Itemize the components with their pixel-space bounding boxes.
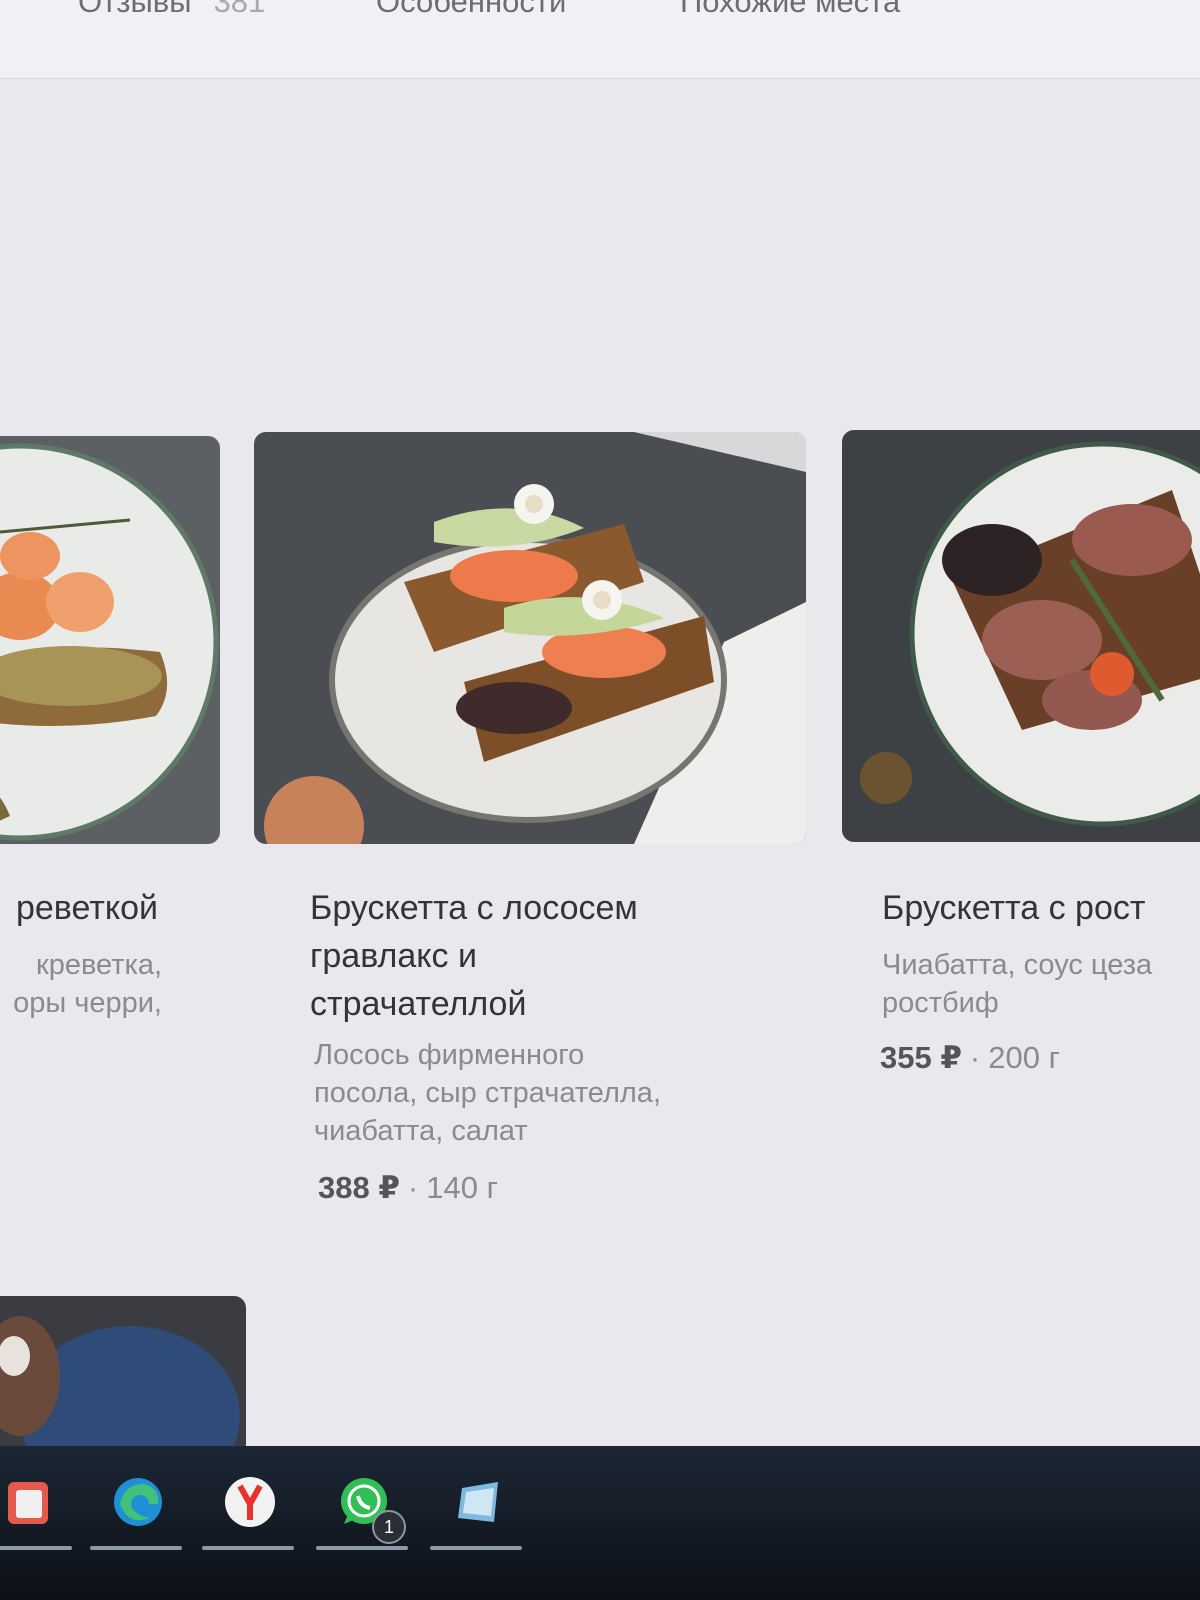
tab-reviews-label: Отзывы [78, 0, 192, 19]
dish-description-shrimp: креветка, оры черри, [13, 946, 162, 1022]
title-line: гравлакс и [310, 937, 477, 975]
meta-separator: · [969, 1040, 981, 1075]
taskbar-app-edge[interactable] [90, 1466, 182, 1550]
notification-badge: 1 [372, 1510, 406, 1544]
description-line: креветка, [36, 949, 162, 981]
tab-features[interactable]: Особенности [376, 0, 566, 20]
active-indicator [202, 1546, 294, 1550]
dish-price: 388 ₽ [318, 1170, 400, 1205]
roastbeef-bruschetta-image [842, 430, 1200, 842]
tab-similar-label: Похожие места [680, 0, 901, 19]
description-line: ростбиф [882, 987, 999, 1019]
description-line: Лосось фирменного [314, 1039, 585, 1071]
dish-price: 355 ₽ [880, 1040, 962, 1075]
dish-title-shrimp[interactable]: реветкой [16, 884, 158, 932]
meta-separator: · [407, 1170, 419, 1205]
dish-weight: 200 г [988, 1040, 1060, 1075]
title-line: Брускетта с лососем [310, 889, 638, 927]
next-dish-image [0, 1296, 246, 1456]
salmon-bruschetta-image [254, 432, 806, 844]
tab-reviews[interactable]: Отзывы 381 [78, 0, 265, 20]
files-icon [8, 1482, 48, 1524]
description-line: оры черри, [13, 987, 162, 1019]
dish-meta-roastbeef: 355 ₽ · 200 г [880, 1040, 1060, 1076]
taskbar-app-whatsapp[interactable]: 1 [316, 1466, 408, 1550]
edge-browser-icon [114, 1478, 162, 1526]
active-indicator [316, 1546, 408, 1550]
description-line: чиабатта, салат [314, 1115, 528, 1147]
yandex-browser-icon [225, 1477, 275, 1527]
active-indicator [430, 1546, 522, 1550]
dish-description-salmon: Лосось фирменного посола, сыр страчателл… [314, 1036, 754, 1150]
dish-photo-shrimp[interactable] [0, 436, 220, 844]
active-indicator [0, 1546, 72, 1550]
dish-weight: 140 г [426, 1170, 498, 1205]
dish-photo-roastbeef[interactable] [842, 430, 1200, 842]
notes-icon [458, 1482, 498, 1522]
dish-title-roastbeef[interactable]: Брускетта с рост [882, 884, 1145, 932]
reviews-count: 381 [213, 0, 266, 19]
taskbar-app-files[interactable] [0, 1466, 72, 1550]
shrimp-bruschetta-image [0, 436, 220, 844]
dish-photo-next[interactable] [0, 1296, 246, 1456]
tab-bar: Отзывы 381 Особенности Похожие места [0, 0, 1200, 79]
dish-description-roastbeef: Чиабатта, соус цеза ростбиф [882, 946, 1200, 1022]
dish-title-salmon[interactable]: Брускетта с лососем гравлакс и страчател… [310, 884, 770, 1028]
taskbar-app-yandex[interactable] [202, 1466, 294, 1550]
taskbar: 1 [0, 1446, 1200, 1600]
active-indicator [90, 1546, 182, 1550]
dish-photo-salmon[interactable] [254, 432, 806, 844]
description-line: посола, сыр страчателла, [314, 1077, 661, 1109]
description-line: Чиабатта, соус цеза [882, 949, 1153, 981]
tab-similar-places[interactable]: Похожие места [680, 0, 900, 20]
dish-meta-salmon: 388 ₽ · 140 г [318, 1170, 498, 1206]
title-line: страчателлой [310, 985, 527, 1023]
taskbar-app-notes[interactable] [430, 1466, 522, 1550]
tab-features-label: Особенности [376, 0, 567, 19]
